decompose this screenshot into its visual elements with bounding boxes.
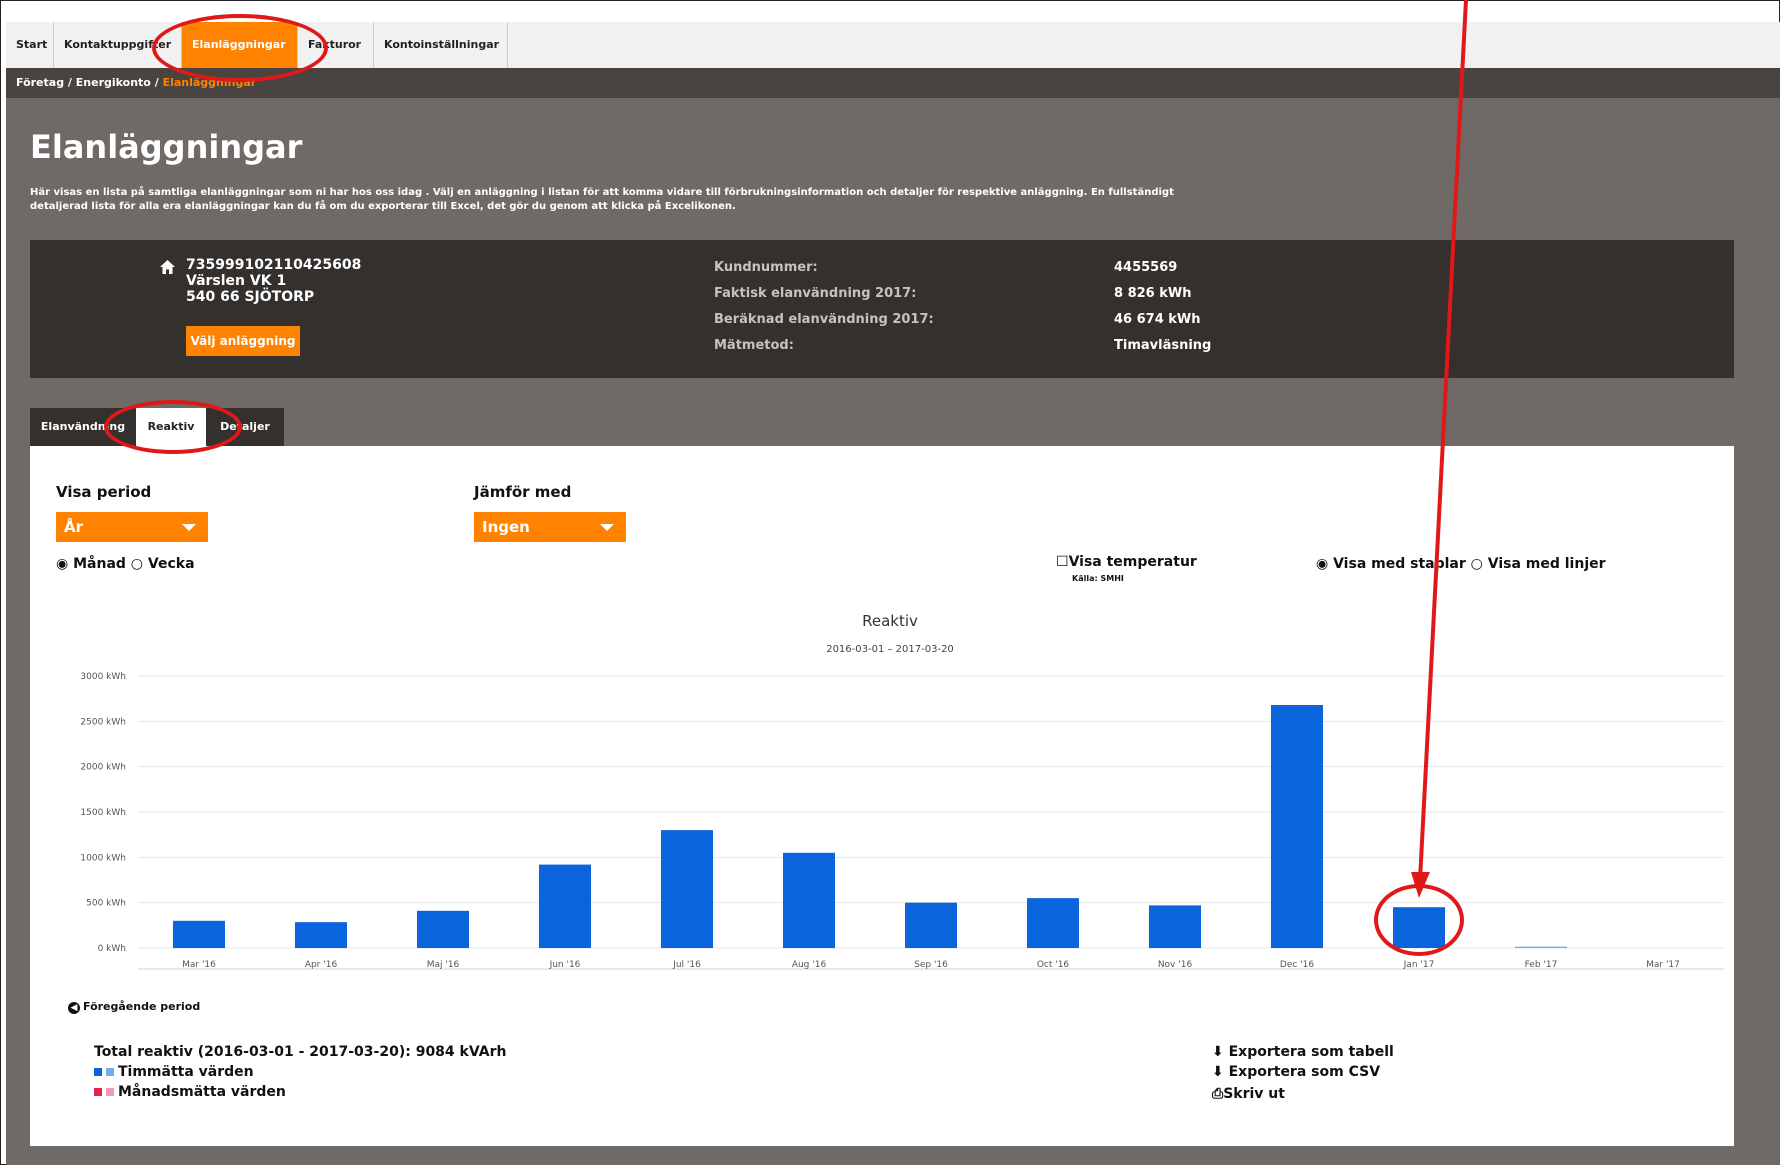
annotation-arrow: [1411, 0, 1468, 898]
